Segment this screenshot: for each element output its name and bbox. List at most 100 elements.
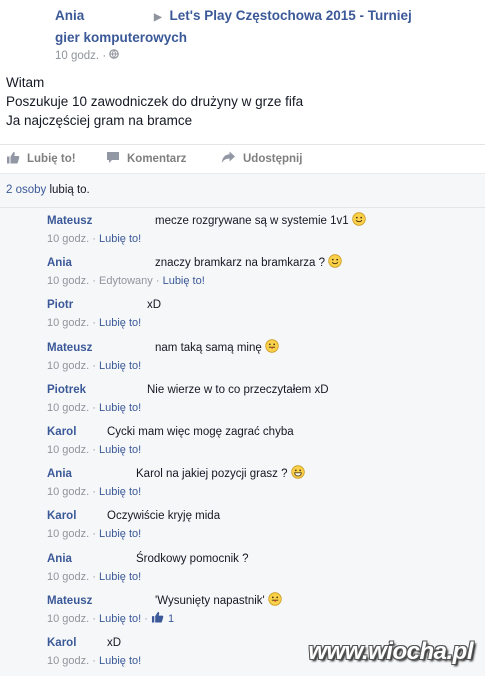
post-body: Witam Poszukuje 10 zawodniczek do drużyn… xyxy=(6,73,303,130)
post-time[interactable]: 10 godz. xyxy=(55,50,99,62)
comment-time[interactable]: 10 godz. xyxy=(47,317,89,329)
comment-text: Nie wierze w to co przeczytałem xD xyxy=(147,383,329,396)
comment-author[interactable]: Mateusz xyxy=(47,339,92,357)
comment-like-button[interactable]: Lubię to! xyxy=(99,444,141,456)
comment-author[interactable]: Piotrek xyxy=(47,381,86,399)
post-line: Poszukuje 10 zawodniczek do drużyny w gr… xyxy=(6,94,304,109)
comment-item: Mateusz mecze rozgrywane są w systemie 1… xyxy=(47,212,477,248)
share-arrow-icon xyxy=(221,151,243,167)
comment-text: 'Wysunięty napastnik' xyxy=(155,592,282,612)
comment-text: znaczy bramkarz na bramkarza ? xyxy=(155,254,342,274)
comment-meta: 10 godz. · Lubię to! xyxy=(47,359,142,372)
comment-meta: 10 godz. · Lubię to! xyxy=(47,486,142,499)
grin-emoji-icon xyxy=(290,465,305,485)
comment-item: Piotrek Nie wierze w to co przeczytałem … xyxy=(47,381,477,417)
group-name[interactable]: Let's Play Częstochowa 2015 - Turniej xyxy=(170,8,412,23)
comment-text: xD xyxy=(147,299,162,312)
comment-time[interactable]: 10 godz. xyxy=(47,275,89,287)
comment-item: Mateusz 'Wysunięty napastnik' 10 godz. ·… xyxy=(47,592,477,628)
comment-text: Cycki mam więc mogę zagrać chyba xyxy=(107,426,294,438)
comment-meta: 10 godz. · Lubię to! xyxy=(47,528,142,541)
comment-like-button[interactable]: Lubię to! xyxy=(99,655,141,667)
comment-text: Środkowy pomocnik ? xyxy=(136,552,249,565)
comment-meta: 10 godz. · Lubię to! xyxy=(47,401,142,414)
comment-text: nam taką samą minę xyxy=(155,338,279,359)
triangle-right-icon: ▶ xyxy=(154,12,162,23)
comment-author[interactable]: Mateusz xyxy=(47,592,92,610)
comment-time[interactable]: 10 godz. xyxy=(47,360,89,372)
likes-count-link[interactable]: 2 osoby xyxy=(6,184,46,196)
globe-icon xyxy=(109,49,120,62)
comment-like-button[interactable]: Lubię to! xyxy=(99,613,141,625)
smile-emoji-icon xyxy=(328,254,342,274)
comment-text: xD xyxy=(107,637,122,649)
like-button-label: Lubię to! xyxy=(27,153,76,165)
comment-author[interactable]: Ania xyxy=(47,254,72,272)
post-author[interactable]: Ania xyxy=(55,8,84,23)
comment-item: Ania znaczy bramkarz na bramkarza ? 10 g… xyxy=(47,254,477,290)
comment-like-button[interactable]: Lubię to! xyxy=(99,528,141,540)
comment-text: Oczywiście kryję mida xyxy=(107,510,221,523)
comment-meta: 10 godz. · Lubię to! xyxy=(47,570,142,583)
comment-time[interactable]: 10 godz. xyxy=(47,486,89,498)
share-button-label: Udostępnij xyxy=(243,153,303,165)
comments-section: 2 osoby lubią to. Mateusz mecze rozgrywa… xyxy=(0,173,485,676)
thumbs-up-icon xyxy=(151,611,164,626)
comment-item: Karol Cycki mam więc mogę zagrać chyba 1… xyxy=(47,423,477,459)
post-line: Ja najczęściej gram na bramce xyxy=(6,113,193,128)
comment-like-button[interactable]: Lubię to! xyxy=(99,486,141,498)
comment-icon xyxy=(106,151,127,167)
comment-like-button[interactable]: Lubię to! xyxy=(99,571,141,583)
redaction-mask xyxy=(84,298,145,312)
comment-time[interactable]: 10 godz. xyxy=(47,444,89,456)
comment-item: Ania Karol na jakiej pozycji grasz ? 10 … xyxy=(47,465,477,501)
comment-button-label: Komentarz xyxy=(127,153,187,165)
comment-time[interactable]: 10 godz. xyxy=(47,571,89,583)
comment-meta: 10 godz. · Lubię to! xyxy=(47,233,142,245)
comment-author[interactable]: Ania xyxy=(47,465,72,483)
comment-meta: 10 godz. · Edytowany · Lubię to! xyxy=(47,275,205,288)
likes-summary: 2 osoby lubią to. xyxy=(6,184,90,196)
post-header: Ania ▶ Let's Play Częstochowa 2015 - Tur… xyxy=(55,6,475,64)
redaction-mask xyxy=(100,340,153,354)
comment-meta: 10 godz. · Lubię to! xyxy=(47,317,142,330)
comment-author[interactable]: Piotr xyxy=(47,296,73,314)
share-button[interactable]: Udostępnij xyxy=(221,151,302,167)
comment-like-button[interactable]: Lubię to! xyxy=(99,360,141,372)
comment-like-count[interactable]: 1 xyxy=(168,613,174,625)
comment-button[interactable]: Komentarz xyxy=(106,151,186,167)
comment-author[interactable]: Ania xyxy=(47,550,72,568)
post-actions-bar: Lubię to! Komentarz Udostępnij xyxy=(0,144,485,173)
comment-like-button[interactable]: Lubię to! xyxy=(99,402,141,414)
redaction-mask xyxy=(97,593,153,607)
comment-time[interactable]: 10 godz. xyxy=(47,655,89,667)
redaction-mask xyxy=(76,551,134,565)
comment-item: Karol Oczywiście kryję mida 10 godz. · L… xyxy=(47,507,477,543)
comment-edited-label[interactable]: Edytowany xyxy=(99,275,153,287)
comment-time[interactable]: 10 godz. xyxy=(47,613,89,625)
group-name-continued[interactable]: gier komputerowych xyxy=(55,28,475,48)
comment-author[interactable]: Karol xyxy=(47,423,76,441)
redaction-mask xyxy=(96,382,145,396)
comment-author[interactable]: Mateusz xyxy=(47,212,92,230)
comment-text: Karol na jakiej pozycji grasz ? xyxy=(136,465,305,485)
tongue-emoji-icon xyxy=(265,338,279,359)
tongue-emoji-icon xyxy=(268,592,282,612)
comment-time[interactable]: 10 godz. xyxy=(47,528,89,540)
redaction-mask xyxy=(76,467,134,481)
comment-time[interactable]: 10 godz. xyxy=(47,402,89,414)
divider xyxy=(0,207,485,208)
comment-time[interactable]: 10 godz. xyxy=(47,233,89,245)
comment-like-button[interactable]: Lubię to! xyxy=(99,233,141,245)
watermark: www.wiocha.pl xyxy=(308,638,473,665)
redaction-mask xyxy=(77,256,153,270)
comment-item: Ania Środkowy pomocnik ? 10 godz. · Lubi… xyxy=(47,550,477,586)
comment-like-button[interactable]: Lubię to! xyxy=(163,275,205,287)
comment-author[interactable]: Karol xyxy=(47,634,76,652)
comment-like-button[interactable]: Lubię to! xyxy=(99,317,141,329)
like-button[interactable]: Lubię to! xyxy=(6,151,76,167)
smile-emoji-icon xyxy=(351,212,366,232)
comment-item: Piotr xD 10 godz. · Lubię to! xyxy=(47,296,477,332)
comment-author[interactable]: Karol xyxy=(47,507,76,525)
thumbs-up-icon xyxy=(6,151,27,167)
